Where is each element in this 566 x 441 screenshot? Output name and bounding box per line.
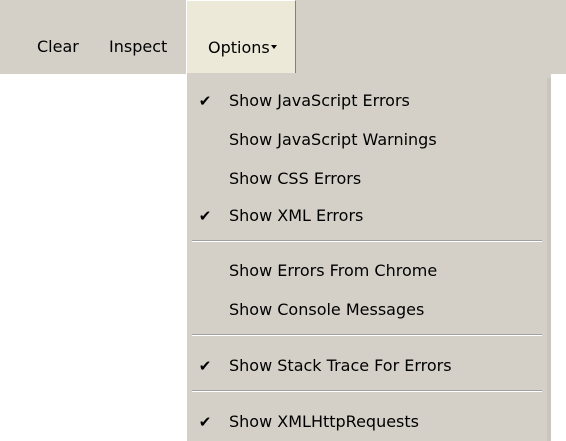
inspect-button[interactable]: Inspect (109, 0, 167, 74)
clear-button[interactable]: Clear (37, 0, 79, 74)
menu-separator (192, 334, 542, 336)
menu-shadow (547, 78, 551, 441)
menu-item-label: Show Console Messages (229, 300, 425, 319)
menu-separator (192, 390, 542, 392)
chevron-down-icon (270, 44, 277, 49)
menu-item-show-javascript-errors[interactable]: ✔ Show JavaScript Errors (187, 85, 547, 117)
menu-item-label: Show XMLHttpRequests (229, 412, 419, 431)
menu-item-show-css-errors[interactable]: Show CSS Errors (187, 163, 547, 195)
menu-item-label: Show Stack Trace For Errors (229, 356, 452, 375)
checkmark-icon: ✔ (198, 92, 212, 110)
options-dropdown-menu: ✔ Show JavaScript Errors Show JavaScript… (186, 73, 551, 441)
menu-item-label: Show XML Errors (229, 206, 364, 225)
console-toolbar: Clear Inspect Options (0, 0, 566, 74)
menu-item-show-javascript-warnings[interactable]: Show JavaScript Warnings (187, 124, 547, 156)
menu-item-show-stack-trace[interactable]: ✔ Show Stack Trace For Errors (187, 350, 547, 382)
options-menu-button[interactable]: Options (186, 0, 296, 74)
menu-item-label: Show Errors From Chrome (229, 261, 438, 280)
menu-item-show-errors-from-chrome[interactable]: Show Errors From Chrome (187, 255, 547, 287)
menu-item-label: Show JavaScript Errors (229, 91, 410, 110)
options-label: Options (208, 38, 270, 57)
checkmark-icon: ✔ (198, 413, 212, 431)
menu-separator (192, 240, 542, 242)
checkmark-icon: ✔ (198, 357, 212, 375)
menu-item-show-xml-errors[interactable]: ✔ Show XML Errors (187, 200, 547, 232)
menu-item-label: Show JavaScript Warnings (229, 130, 437, 149)
menu-item-show-console-messages[interactable]: Show Console Messages (187, 294, 547, 326)
checkmark-icon: ✔ (198, 207, 212, 225)
menu-item-show-xmlhttprequests[interactable]: ✔ Show XMLHttpRequests (187, 406, 547, 438)
menu-item-label: Show CSS Errors (229, 169, 362, 188)
